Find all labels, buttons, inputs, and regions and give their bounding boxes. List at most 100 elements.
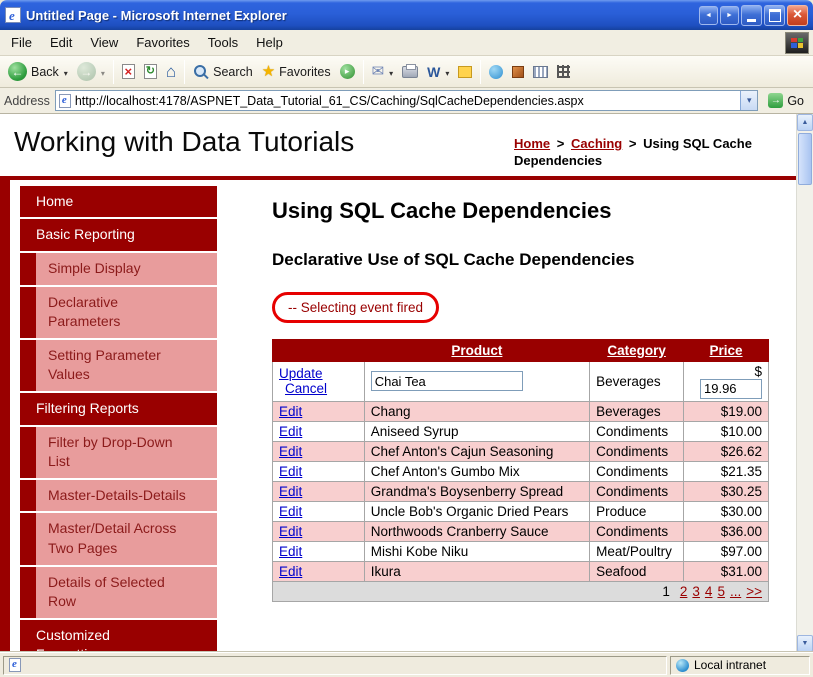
address-input[interactable] <box>74 92 737 109</box>
print-icon <box>402 63 419 78</box>
update-link[interactable]: Update <box>279 366 323 381</box>
minimize-button[interactable] <box>741 4 762 26</box>
product-cell: Chef Anton's Cajun Seasoning <box>363 440 591 462</box>
edit-button[interactable] <box>423 63 453 81</box>
sidebar-item-filtering-reports[interactable]: Filtering Reports <box>20 392 217 425</box>
edit-link[interactable]: Edit <box>279 444 302 459</box>
discuss-button[interactable] <box>454 64 476 80</box>
scroll-up-button[interactable] <box>797 114 813 131</box>
close-button[interactable] <box>787 4 808 26</box>
extra-tool-button-1[interactable] <box>508 64 528 80</box>
sidebar-item-home[interactable]: Home <box>20 185 217 218</box>
nav-indent-band <box>20 513 36 565</box>
price-cell: $19.00 <box>683 400 769 422</box>
messenger-button[interactable] <box>485 63 507 81</box>
research-button[interactable] <box>529 64 552 80</box>
product-cell: Chang <box>363 400 591 422</box>
edit-link[interactable]: Edit <box>279 404 302 419</box>
back-button[interactable]: Back <box>4 60 72 83</box>
status-left-panel <box>3 655 667 675</box>
address-label: Address <box>4 93 50 108</box>
search-button[interactable]: Search <box>189 62 257 82</box>
forward-button[interactable] <box>73 60 109 83</box>
grid-header-category[interactable]: Category <box>589 338 685 362</box>
nav-indent-band <box>20 566 36 618</box>
pager-current-page: 1 <box>662 583 670 599</box>
pager-link-4[interactable]: 4 <box>705 584 713 599</box>
favorites-star-icon <box>262 64 275 79</box>
sidebar-item-master-details-details[interactable]: Master-Details-Details <box>20 479 217 512</box>
price-cell: $36.00 <box>683 520 769 542</box>
edit-row-category: Beverages <box>589 360 685 402</box>
pager-link-ellipsis[interactable]: ... <box>730 584 741 599</box>
toolbar-separator <box>480 59 482 84</box>
sidebar-item-declarative-parameters[interactable]: Declarative Parameters <box>20 286 217 338</box>
web-page: Working with Data Tutorials Home > Cachi… <box>0 114 796 652</box>
table-row: Edit Chef Anton's Cajun Seasoning Condim… <box>272 440 769 462</box>
pager-link-last[interactable]: >> <box>746 584 762 599</box>
forward-dropdown-icon <box>100 65 105 79</box>
sidebar-item-details-of-selected-row[interactable]: Details of Selected Row <box>20 566 217 618</box>
mail-icon <box>372 64 385 79</box>
menu-tools[interactable]: Tools <box>199 31 247 54</box>
home-button[interactable] <box>162 61 180 82</box>
research-icon <box>533 65 549 78</box>
cancel-link[interactable]: Cancel <box>285 381 327 396</box>
edit-link[interactable]: Edit <box>279 504 302 519</box>
edit-link[interactable]: Edit <box>279 564 302 579</box>
restore-button[interactable] <box>764 4 785 26</box>
sidebar-item-simple-display[interactable]: Simple Display <box>20 252 217 285</box>
nav-indent-band <box>20 339 36 391</box>
sidebar-item-master-detail-across-two-pages[interactable]: Master/Detail Across Two Pages <box>20 513 217 565</box>
product-name-input[interactable] <box>370 371 523 392</box>
price-input[interactable] <box>700 378 762 399</box>
section-title: Declarative Use of SQL Cache Dependencie… <box>272 249 635 269</box>
menu-help[interactable]: Help <box>247 31 292 54</box>
grid-header-price[interactable]: Price <box>683 338 769 362</box>
mail-button[interactable] <box>368 62 398 81</box>
titlebar-extra-button-2[interactable] <box>720 5 739 25</box>
word-edit-icon <box>427 65 440 79</box>
vertical-scrollbar[interactable] <box>796 114 813 652</box>
nav-indent-band <box>20 286 36 338</box>
site-title: Working with Data Tutorials <box>14 126 355 157</box>
refresh-button[interactable] <box>140 62 161 81</box>
sidebar-item-customized-formatting[interactable]: Customized Formatting <box>20 619 217 652</box>
menu-favorites[interactable]: Favorites <box>127 31 198 54</box>
scrollbar-track[interactable] <box>797 131 813 635</box>
titlebar-extra-button-1[interactable] <box>699 5 718 25</box>
stop-button[interactable] <box>118 62 139 81</box>
edit-link[interactable]: Edit <box>279 424 302 439</box>
scroll-down-button[interactable] <box>797 635 813 652</box>
pager-link-2[interactable]: 2 <box>680 584 688 599</box>
page-body: Home Basic Reporting Simple Display Decl… <box>0 179 796 652</box>
sidebar-item-filter-by-dropdown-list[interactable]: Filter by Drop-Down List <box>20 426 217 478</box>
grid-header-product[interactable]: Product <box>363 338 591 362</box>
breadcrumb-caching-link[interactable]: Caching <box>571 136 622 151</box>
media-button[interactable] <box>336 62 359 81</box>
category-cell: Condiments <box>589 440 685 462</box>
sidebar-item-basic-reporting[interactable]: Basic Reporting <box>20 219 217 251</box>
edit-link[interactable]: Edit <box>279 464 302 479</box>
pager-link-5[interactable]: 5 <box>717 584 725 599</box>
table-row: Edit Mishi Kobe Niku Meat/Poultry $97.00 <box>272 540 769 562</box>
go-button[interactable]: Go <box>763 93 809 108</box>
favorites-button[interactable]: Favorites <box>258 62 335 81</box>
category-cell: Condiments <box>589 520 685 542</box>
menu-view[interactable]: View <box>81 31 127 54</box>
table-row: Edit Chef Anton's Gumbo Mix Condiments $… <box>272 460 769 482</box>
edit-link[interactable]: Edit <box>279 544 302 559</box>
grid-tool-button[interactable] <box>553 63 574 80</box>
pager-link-3[interactable]: 3 <box>692 584 700 599</box>
page-header: Working with Data Tutorials Home > Cachi… <box>0 114 796 176</box>
breadcrumb-home-link[interactable]: Home <box>514 136 550 151</box>
address-dropdown-button[interactable] <box>740 91 758 110</box>
edit-link[interactable]: Edit <box>279 524 302 539</box>
menu-edit[interactable]: Edit <box>41 31 81 54</box>
print-button[interactable] <box>398 63 422 80</box>
edit-link[interactable]: Edit <box>279 484 302 499</box>
scrollbar-thumb[interactable] <box>798 133 812 185</box>
page-title: Using SQL Cache Dependencies <box>272 197 612 223</box>
sidebar-item-setting-parameter-values[interactable]: Setting Parameter Values <box>20 339 217 391</box>
menu-file[interactable]: File <box>2 31 41 54</box>
